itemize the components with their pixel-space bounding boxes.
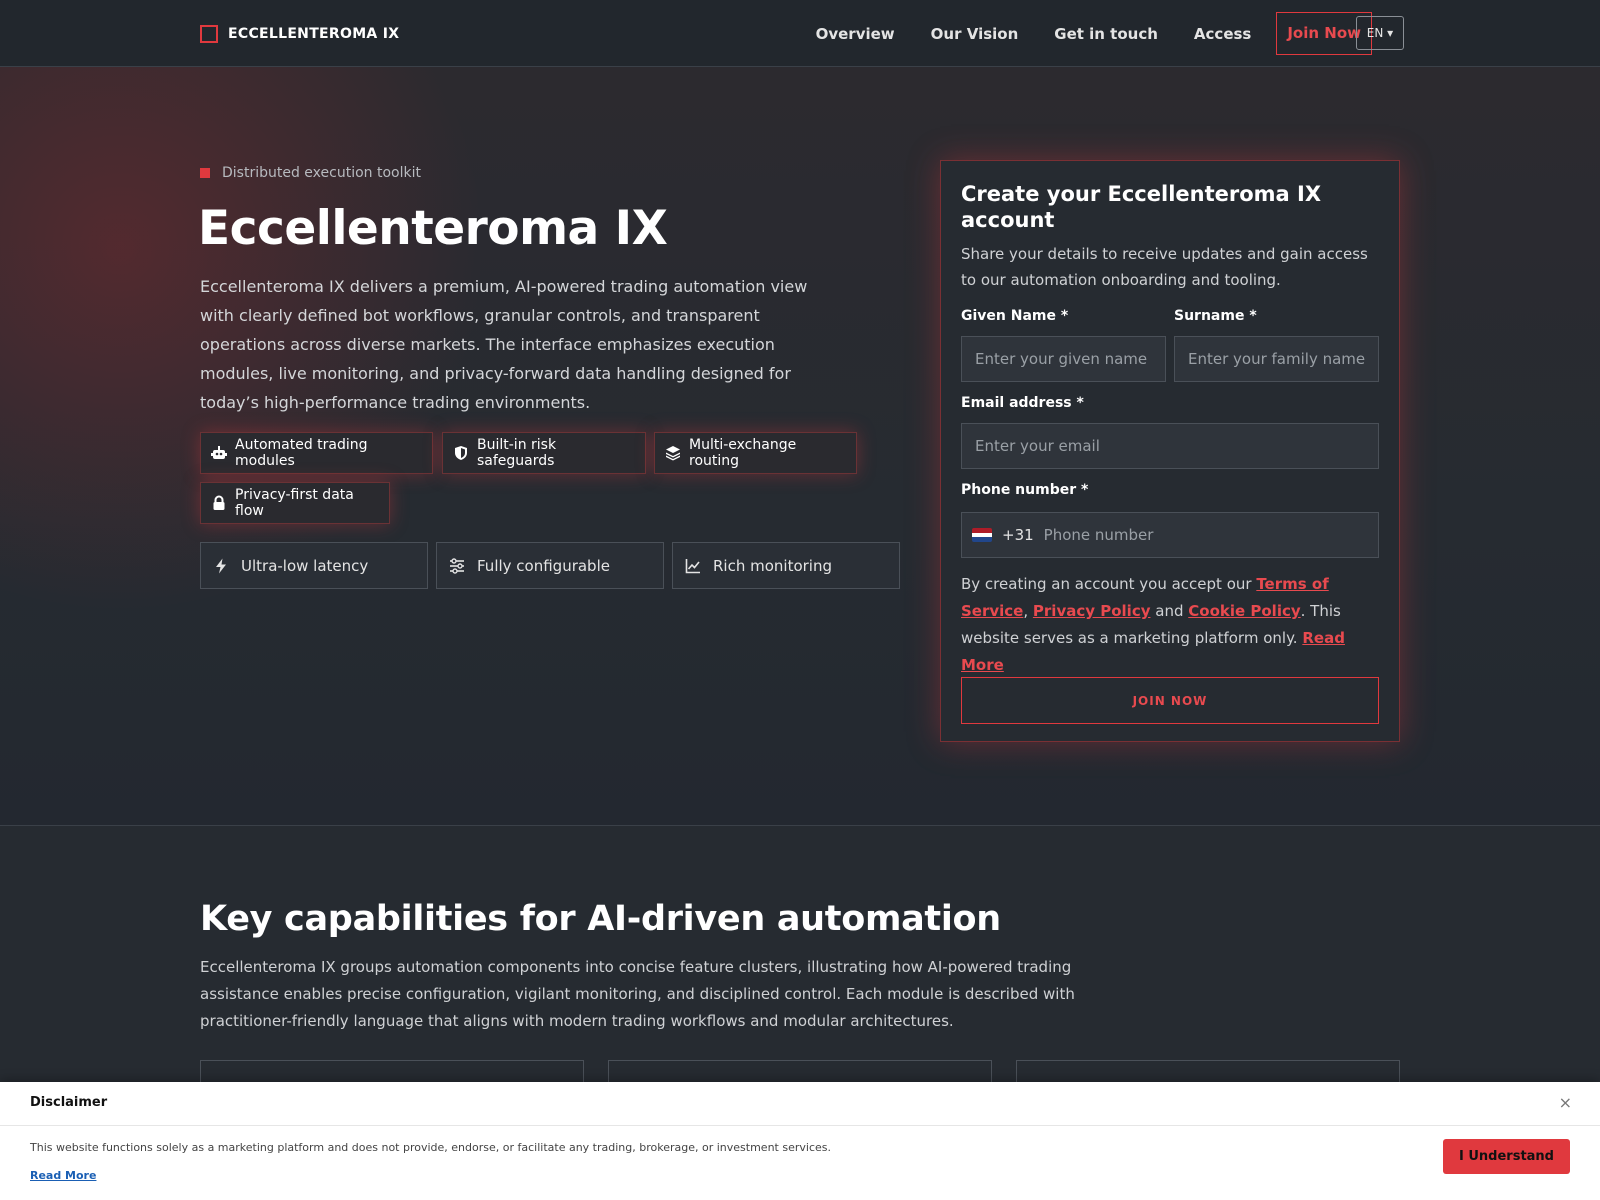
pill-label: Built-in risk safeguards (477, 437, 557, 469)
hero-description: Eccellenteroma IX delivers a premium, AI… (200, 277, 808, 412)
feature-fully-configurable: Fully configurable (436, 542, 664, 589)
netherlands-flag-icon[interactable] (972, 528, 992, 542)
pill-label: Privacy-first data flow (235, 487, 354, 519)
section-title: Key capabilities for AI-driven automatio… (200, 899, 1001, 939)
form-subtitle: Share your details to receive updates an… (961, 245, 1368, 289)
terms-text: By creating an account you accept our Te… (961, 571, 1386, 679)
given-name-label: Given Name * (961, 308, 1069, 324)
pill-label: Multi-exchange routing (689, 437, 797, 469)
join-now-submit-button[interactable]: JOIN NOW (961, 677, 1379, 724)
disclaimer-title: Disclaimer (30, 1095, 108, 1110)
disclaimer-read-more-link[interactable]: Read More (30, 1169, 96, 1182)
cookie-policy-link[interactable]: Cookie Policy (1188, 602, 1300, 620)
pill-multi-exchange: Multi-exchange routing (654, 432, 857, 474)
pill-privacy-first: Privacy-first data flow (200, 482, 390, 524)
feature-label: Fully configurable (477, 556, 610, 575)
brand-square-icon (200, 25, 218, 43)
section-description: Eccellenteroma IX groups automation comp… (200, 958, 1075, 1030)
terms-and: and (1150, 602, 1189, 620)
disclaimer-header: Disclaimer × (0, 1082, 1600, 1126)
form-title: Create your Eccellenteroma IX account (961, 182, 1322, 232)
brand-name: ECCELLENTEROMA IX (228, 26, 400, 42)
surname-input[interactable] (1174, 336, 1379, 382)
layers-icon (665, 445, 681, 461)
nav-link-get-in-touch[interactable]: Get in touch (1054, 13, 1158, 55)
feature-label: Rich monitoring (713, 556, 832, 575)
lock-icon (211, 495, 227, 511)
feature-rich-monitoring: Rich monitoring (672, 542, 900, 589)
nav-link-our-vision[interactable]: Our Vision (931, 13, 1019, 55)
close-icon[interactable]: × (1559, 1093, 1572, 1112)
email-label: Email address * (961, 395, 1084, 411)
pill-label: Automated trading modules (235, 437, 368, 469)
pill-automated-trading: Automated trading modules (200, 432, 433, 474)
feature-ultra-low-latency: Ultra-low latency (200, 542, 428, 589)
feature-label: Ultra-low latency (241, 556, 369, 575)
top-navbar: ECCELLENTEROMA IX Overview Our Vision Ge… (0, 0, 1600, 67)
dial-code[interactable]: +31 (1002, 526, 1034, 544)
terms-comma: , (1023, 602, 1033, 620)
chart-line-icon (685, 558, 701, 574)
eyebrow-text: Distributed execution toolkit (222, 165, 421, 181)
eyebrow-square-icon (200, 168, 210, 178)
privacy-policy-link[interactable]: Privacy Policy (1033, 602, 1151, 620)
phone-label: Phone number * (961, 482, 1089, 498)
brand-logo[interactable]: ECCELLENTEROMA IX (200, 24, 399, 44)
given-name-input[interactable] (961, 336, 1166, 382)
surname-label: Surname * (1174, 308, 1257, 324)
hero-title: Eccellenteroma IX (198, 201, 668, 256)
nav-link-overview[interactable]: Overview (816, 13, 895, 55)
shield-icon (453, 445, 469, 461)
phone-field: +31 (961, 512, 1379, 558)
language-selector[interactable]: EN ▾ (1356, 16, 1404, 50)
sliders-icon (449, 557, 465, 574)
bolt-icon (213, 558, 229, 574)
phone-input[interactable] (1033, 513, 1378, 557)
i-understand-button[interactable]: I Understand (1443, 1139, 1570, 1174)
disclaimer-banner: Disclaimer × This website functions sole… (0, 1082, 1600, 1200)
nav-links: Overview Our Vision Get in touch Access … (816, 12, 1372, 55)
hero-section: Distributed execution toolkit Eccellente… (0, 67, 1600, 826)
nav-link-access[interactable]: Access (1194, 13, 1251, 55)
email-input[interactable] (961, 423, 1379, 469)
pill-risk-safeguards: Built-in risk safeguards (442, 432, 646, 474)
robot-icon (211, 445, 227, 461)
terms-pre: By creating an account you accept our (961, 575, 1257, 593)
signup-form-card: Create your Eccellenteroma IX account Sh… (940, 160, 1400, 742)
disclaimer-text: This website functions solely as a marke… (30, 1141, 831, 1154)
hero-eyebrow: Distributed execution toolkit (200, 165, 421, 181)
